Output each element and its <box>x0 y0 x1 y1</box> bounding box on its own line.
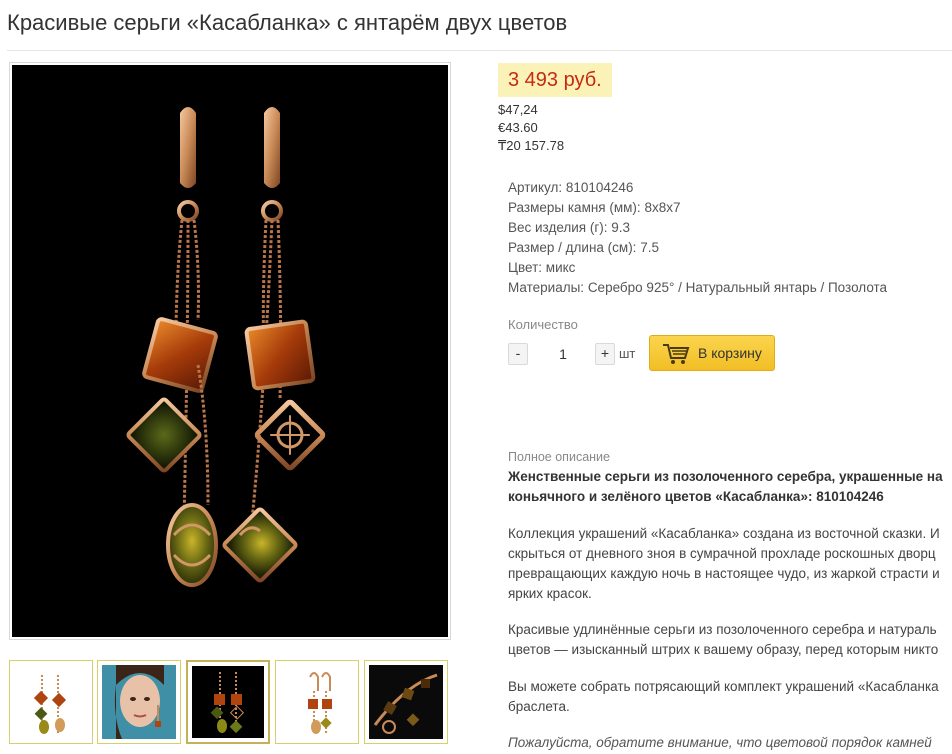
add-to-cart-label: В корзину <box>698 345 762 361</box>
spec-value: Серебро 925° / Натуральный янтарь / Позо… <box>587 280 888 295</box>
main-product-image[interactable] <box>9 62 451 640</box>
spec-stone-size: Размеры камня (мм): 8x8x7 <box>508 198 887 218</box>
price-usd: $47,24 <box>498 102 538 117</box>
page-title: Красивые серьги «Касабланка» с янтарём д… <box>7 10 568 35</box>
quantity-unit: шт <box>619 346 636 361</box>
description-paragraph-line: Вы можете собрать потрясающий комплект у… <box>508 679 939 694</box>
spec-label: Размеры камня (мм): <box>508 200 641 215</box>
add-to-cart-button[interactable]: В корзину <box>649 335 775 371</box>
spec-value: 7.5 <box>640 240 659 255</box>
description-lead-line: коньячного и зелёного цветов «Касабланка… <box>508 489 884 504</box>
thumbnail-earrings-front <box>14 665 88 739</box>
thumbnail-1[interactable] <box>9 660 93 744</box>
product-specs: Артикул: 810104246 Размеры камня (мм): 8… <box>508 178 887 298</box>
description-paragraph-line: скрыться от дневного зноя в сумрачной пр… <box>508 546 936 561</box>
spec-length: Размер / длина (см): 7.5 <box>508 238 887 258</box>
quantity-increase-button[interactable]: + <box>595 343 615 365</box>
description-note: Пожалуйста, обратите внимание, что цвето… <box>508 735 932 750</box>
price-eur: €43.60 <box>498 120 538 135</box>
thumbnail-2[interactable] <box>97 660 181 744</box>
title-divider <box>7 50 952 51</box>
spec-label: Материалы: <box>508 280 585 295</box>
spec-materials: Материалы: Серебро 925° / Натуральный ян… <box>508 278 887 298</box>
thumbnail-3[interactable] <box>186 660 270 744</box>
spec-value: 8x8x7 <box>644 200 681 215</box>
thumbnail-strip <box>9 660 449 748</box>
thumbnail-model-portrait <box>102 665 176 739</box>
spec-article: Артикул: 810104246 <box>508 178 887 198</box>
earrings-photo <box>12 65 448 637</box>
thumbnail-jewelry-set <box>369 665 443 739</box>
quantity-label: Количество <box>508 317 578 332</box>
description-lead-line: Женственные серьги из позолоченного сере… <box>508 469 943 484</box>
spec-label: Цвет: <box>508 260 543 275</box>
cart-icon <box>663 344 690 364</box>
price-main: 3 493 руб. <box>498 63 612 97</box>
description-paragraph-line: цветов — изысканный штрих к вашему образ… <box>508 642 939 657</box>
price-kzt: ₸20 157.78 <box>498 138 565 153</box>
spec-value: микс <box>545 260 576 275</box>
spec-value: 9.3 <box>611 220 631 235</box>
thumbnail-earrings-light <box>280 665 354 739</box>
thumbnail-earrings-dark <box>192 666 264 738</box>
spec-label: Размер / длина (см): <box>508 240 637 255</box>
quantity-decrease-button[interactable]: - <box>508 343 528 365</box>
spec-label: Артикул: <box>508 180 563 195</box>
thumbnail-5[interactable] <box>364 660 448 744</box>
description-paragraph-line: ярких красок. <box>508 586 592 601</box>
quantity-input[interactable] <box>531 342 595 366</box>
description-paragraph-line: Красивые удлинённые серьги из позолоченн… <box>508 622 937 637</box>
earrings-illustration <box>126 107 326 587</box>
spec-color: Цвет: микс <box>508 258 887 278</box>
description-paragraph-line: Коллекция украшений «Касабланка» создана… <box>508 526 940 541</box>
spec-weight: Вес изделия (г): 9.3 <box>508 218 887 238</box>
description-paragraph-line: превращающих каждую ночь в настоящее чуд… <box>508 566 940 581</box>
spec-label: Вес изделия (г): <box>508 220 608 235</box>
spec-value: 810104246 <box>565 180 634 195</box>
description-paragraph-line: браслета. <box>508 699 570 714</box>
thumbnail-4[interactable] <box>275 660 359 744</box>
description-heading: Полное описание <box>508 450 610 464</box>
